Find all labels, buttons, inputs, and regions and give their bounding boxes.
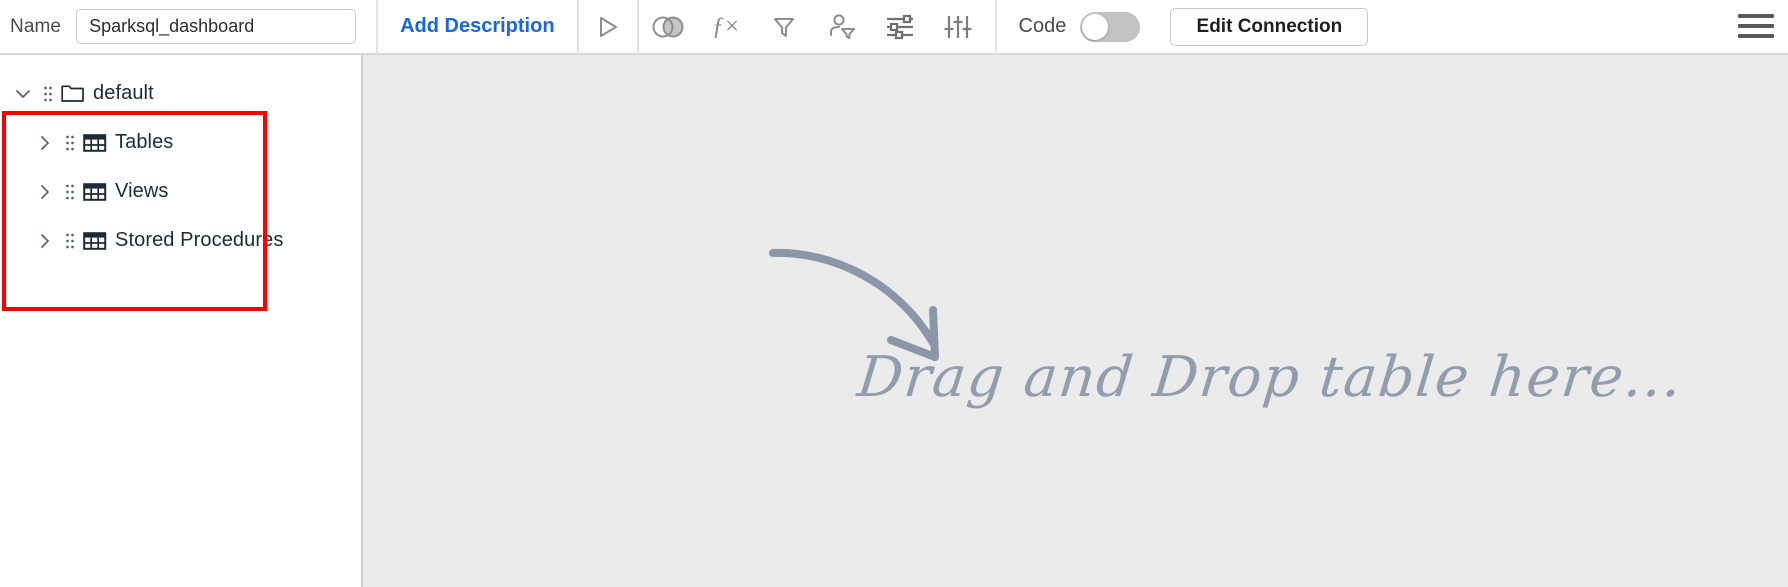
join-button[interactable] [639,0,697,54]
tree-item-label: default [93,82,154,104]
filter-button[interactable] [755,0,813,54]
drag-handle-icon[interactable] [62,133,78,153]
vertical-sliders-button[interactable] [929,0,987,54]
tree-item-default[interactable]: default [4,69,266,118]
object-explorer-sidebar: default Tables Views Stored Procedures [0,55,363,587]
chevron-down-icon[interactable] [12,83,34,105]
join-icon [651,15,685,39]
tree-item-label: Views [115,180,169,202]
dashboard-name-input[interactable] [76,9,357,44]
user-filter-button[interactable] [813,0,871,54]
run-icon [595,14,621,40]
dashboard-canvas[interactable]: Drag and Drop table here... [363,55,1788,587]
folder-icon [60,83,86,105]
code-toggle-knob [1082,13,1109,40]
name-label: Name [10,15,62,37]
top-toolbar: Name Add Description ƒ× [0,0,1788,55]
user-filter-icon [827,13,857,41]
schema-tree: default Tables Views Stored Procedures [4,61,283,275]
hamburger-menu-icon[interactable] [1738,11,1774,41]
tree-item-views[interactable]: Views [4,167,266,216]
hamburger-bar [1738,14,1774,18]
app-root: Name Add Description ƒ× [0,0,1788,587]
vertical-sliders-icon [943,13,973,41]
chevron-right-icon[interactable] [34,230,56,252]
formula-icon: ƒ× [711,12,740,40]
add-description-link[interactable]: Add Description [378,15,576,38]
table-icon [82,230,108,252]
drag-handle-icon[interactable] [62,182,78,202]
code-toggle[interactable] [1080,11,1141,42]
settings-sliders-button[interactable] [871,0,929,54]
tree-item-stored-procedures[interactable]: Stored Procedures [4,216,283,265]
run-button[interactable] [579,0,637,54]
drag-handle-icon[interactable] [62,231,78,251]
table-icon [82,132,108,154]
main-body: default Tables Views Stored Procedures D… [0,55,1788,587]
settings-sliders-icon [885,13,915,41]
filter-icon [771,14,797,40]
tree-item-label: Stored Procedures [115,229,284,251]
tree-item-label: Tables [115,131,174,153]
formula-button[interactable]: ƒ× [697,0,755,54]
hamburger-bar [1738,24,1774,28]
toolbar-divider [994,0,997,54]
drag-handle-icon[interactable] [40,84,56,104]
drop-hint-text: Drag and Drop table here... [854,345,1686,410]
tree-item-tables[interactable]: Tables [4,118,266,167]
edit-connection-button[interactable]: Edit Connection [1170,7,1369,46]
chevron-right-icon[interactable] [34,132,56,154]
hamburger-bar [1738,34,1774,38]
code-label: Code [1018,15,1067,37]
table-icon [82,181,108,203]
chevron-right-icon[interactable] [34,181,56,203]
